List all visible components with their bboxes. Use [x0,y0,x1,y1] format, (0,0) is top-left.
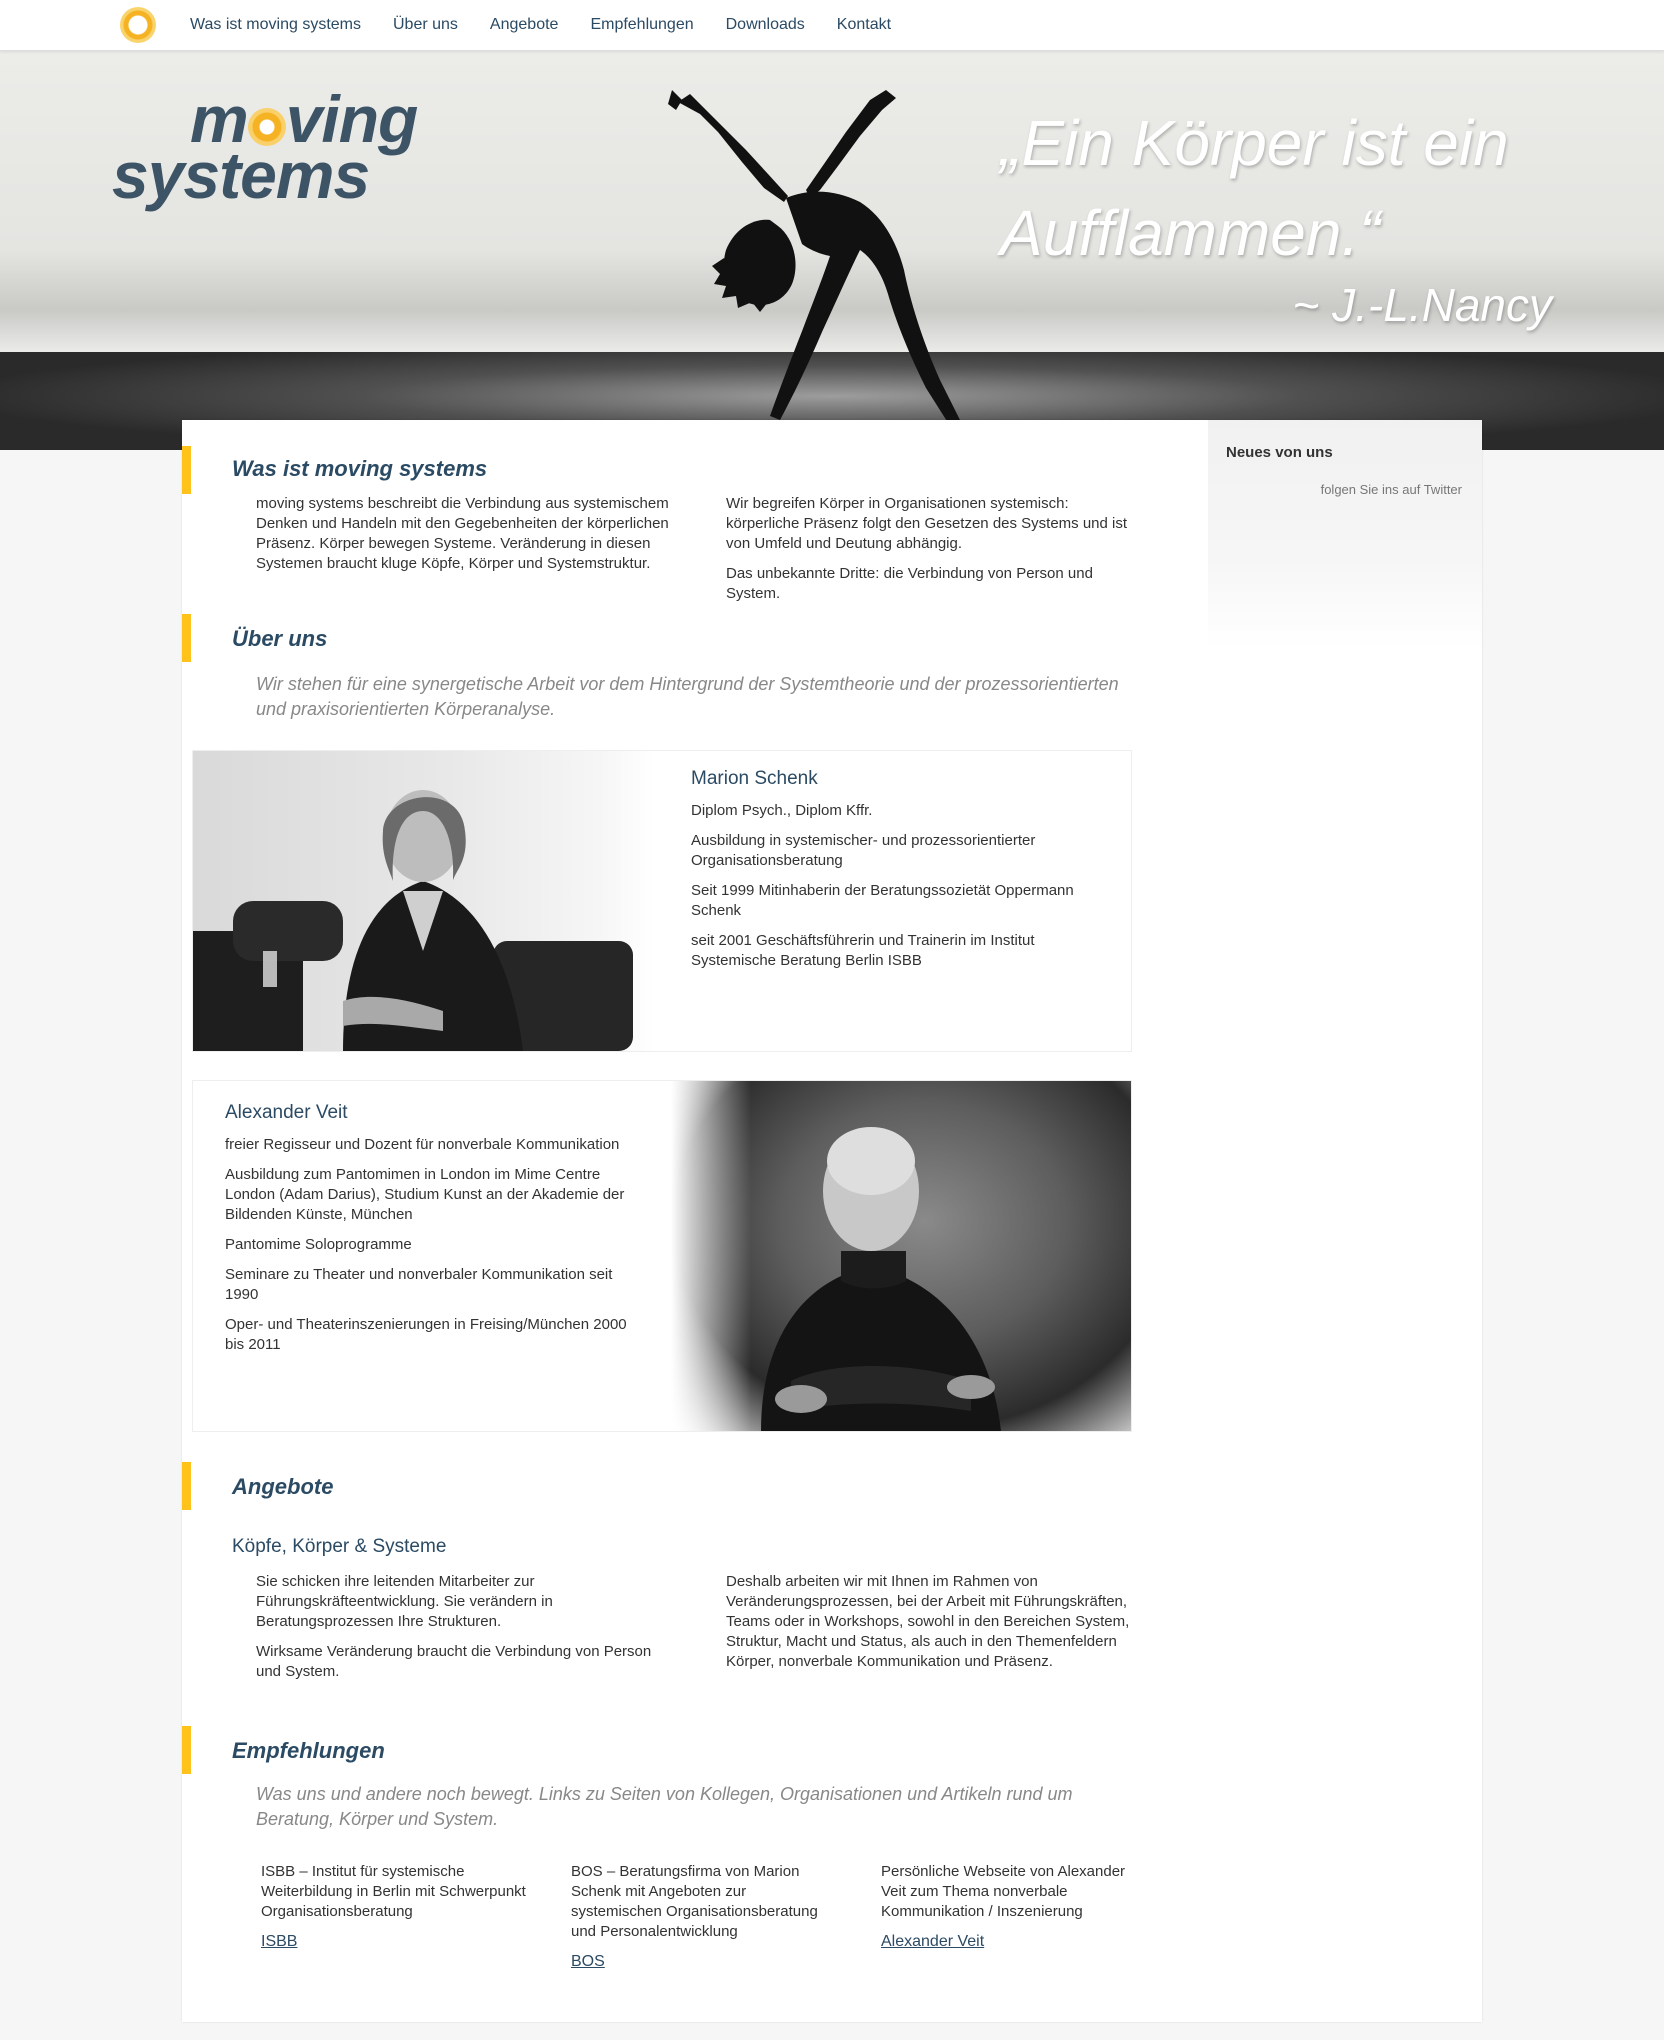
section-title-angebote: Angebote [232,1474,334,1499]
angebote-text-1: Sie schicken ihre leitenden Mitarbeiter … [256,1573,553,1630]
recommendation-alexander: Persönliche Webseite von Alexander Veit … [881,1862,1151,1952]
was-ist-text-1: moving systems beschreibt die Verbindung… [256,495,669,572]
sidebar-title: Neues von uns [1226,444,1333,461]
section-title-was-ist: Was ist moving systems [232,456,488,481]
brand-logo[interactable]: m ving systems [112,84,422,214]
quote-line-1: „Ein Körper ist ein [1000,107,1509,179]
angebote-column-2: Deshalb arbeiten wir mit Ihnen im Rahmen… [726,1572,1146,1682]
section-title-ueber-uns: Über uns [232,626,328,651]
photo-marion-schenk [193,751,655,1051]
quote-author: ~ J.-L.Nancy [1292,279,1553,331]
marion-line: Ausbildung in systemischer- und prozesso… [691,832,1036,869]
section-title-empfehlungen: Empfehlungen [232,1738,385,1763]
nav-item-angebote[interactable]: Angebote [490,16,559,34]
recommendation-text: BOS – Beratungsfirma von Marion Schenk m… [571,1863,818,1940]
angebote-column-1: Sie schicken ihre leitenden Mitarbeiter … [256,1572,676,1692]
sidebar-news: Neues von uns folgen Sie ins auf Twitter [1208,420,1482,650]
marion-name: Marion Schenk [691,768,818,789]
section-accent-bar [182,446,191,494]
angebote-text-3: Deshalb arbeiten wir mit Ihnen im Rahmen… [726,1573,1130,1670]
twitter-follow-link[interactable]: folgen Sie ins auf Twitter [1321,482,1462,497]
recommendation-text: ISBB – Institut für systemische Weiterbi… [261,1863,526,1920]
section-accent-bar [182,1726,191,1774]
recommendation-link-bos[interactable]: BOS [571,1953,605,1970]
recommendation-isbb: ISBB – Institut für systemische Weiterbi… [261,1862,531,1952]
recommendation-link-alexander-veit[interactable]: Alexander Veit [881,1933,984,1950]
section-accent-bar [182,1462,191,1510]
angebote-text-2: Wirksame Veränderung braucht die Verbind… [256,1643,652,1680]
was-ist-column-1: moving systems beschreibt die Verbindung… [256,494,686,584]
alexander-line: Seminare zu Theater und nonverbaler Komm… [225,1266,613,1303]
alexander-line: freier Regisseur und Dozent für nonverba… [225,1136,620,1153]
logo-ring-icon[interactable] [120,7,156,43]
team-card-alexander: Alexander Veit freier Regisseur und Doze… [192,1080,1132,1432]
alexander-info: Alexander Veit freier Regisseur und Doze… [225,1103,645,1365]
alexander-line: Pantomime Soloprogramme [225,1236,412,1253]
portrait-alexander-icon [761,1127,1001,1431]
dancer-silhouette-icon [668,90,960,426]
recommendation-text: Persönliche Webseite von Alexander Veit … [881,1863,1126,1920]
top-navigation: Was ist moving systems Über uns Angebote… [0,0,1664,51]
quote-line-2: Aufflammen.“ [1000,197,1381,269]
nav-item-ueber-uns[interactable]: Über uns [393,16,458,34]
was-ist-column-2: Wir begreifen Körper in Organisationen s… [726,494,1136,614]
was-ist-text-2: Wir begreifen Körper in Organisationen s… [726,495,1128,552]
marion-line: Seit 1999 Mitinhaberin der Beratungssozi… [691,882,1074,919]
photo-alexander-veit [671,1081,1131,1431]
marion-info: Marion Schenk Diplom Psych., Diplom Kffr… [691,769,1091,981]
angebote-subtitle: Köpfe, Körper & Systeme [232,1536,447,1557]
nav-item-downloads[interactable]: Downloads [726,16,805,34]
section-accent-bar [182,614,191,662]
nav-item-kontakt[interactable]: Kontakt [837,16,891,34]
brand-word-systems: systems [112,138,370,212]
hero-banner: m ving systems „Ein Körper ist ein Auffla… [0,50,1664,450]
alexander-line: Oper- und Theaterinszenierungen in Freis… [225,1316,627,1353]
nav-menu: Was ist moving systems Über uns Angebote… [190,0,891,50]
team-card-marion: Marion Schenk Diplom Psych., Diplom Kffr… [192,750,1132,1052]
was-ist-text-3: Das unbekannte Dritte: die Verbindung vo… [726,565,1093,602]
nav-item-empfehlungen[interactable]: Empfehlungen [590,16,693,34]
empfehlungen-lead: Was uns und andere noch bewegt. Links zu… [256,1784,1073,1829]
marion-line: seit 2001 Geschäftsführerin und Traineri… [691,932,1035,969]
marion-line: Diplom Psych., Diplom Kffr. [691,802,873,819]
portrait-marion-icon [193,790,633,1051]
ueber-uns-lead: Wir stehen für eine synergetische Arbeit… [256,674,1119,719]
recommendation-link-isbb[interactable]: ISBB [261,1933,297,1950]
alexander-name: Alexander Veit [225,1102,348,1123]
alexander-line: Ausbildung zum Pantomimen in London im M… [225,1166,625,1223]
nav-item-was-ist[interactable]: Was ist moving systems [190,16,361,34]
recommendation-bos: BOS – Beratungsfirma von Marion Schenk m… [571,1862,841,1972]
hero-quote: „Ein Körper ist ein Aufflammen.“ [1000,98,1560,278]
